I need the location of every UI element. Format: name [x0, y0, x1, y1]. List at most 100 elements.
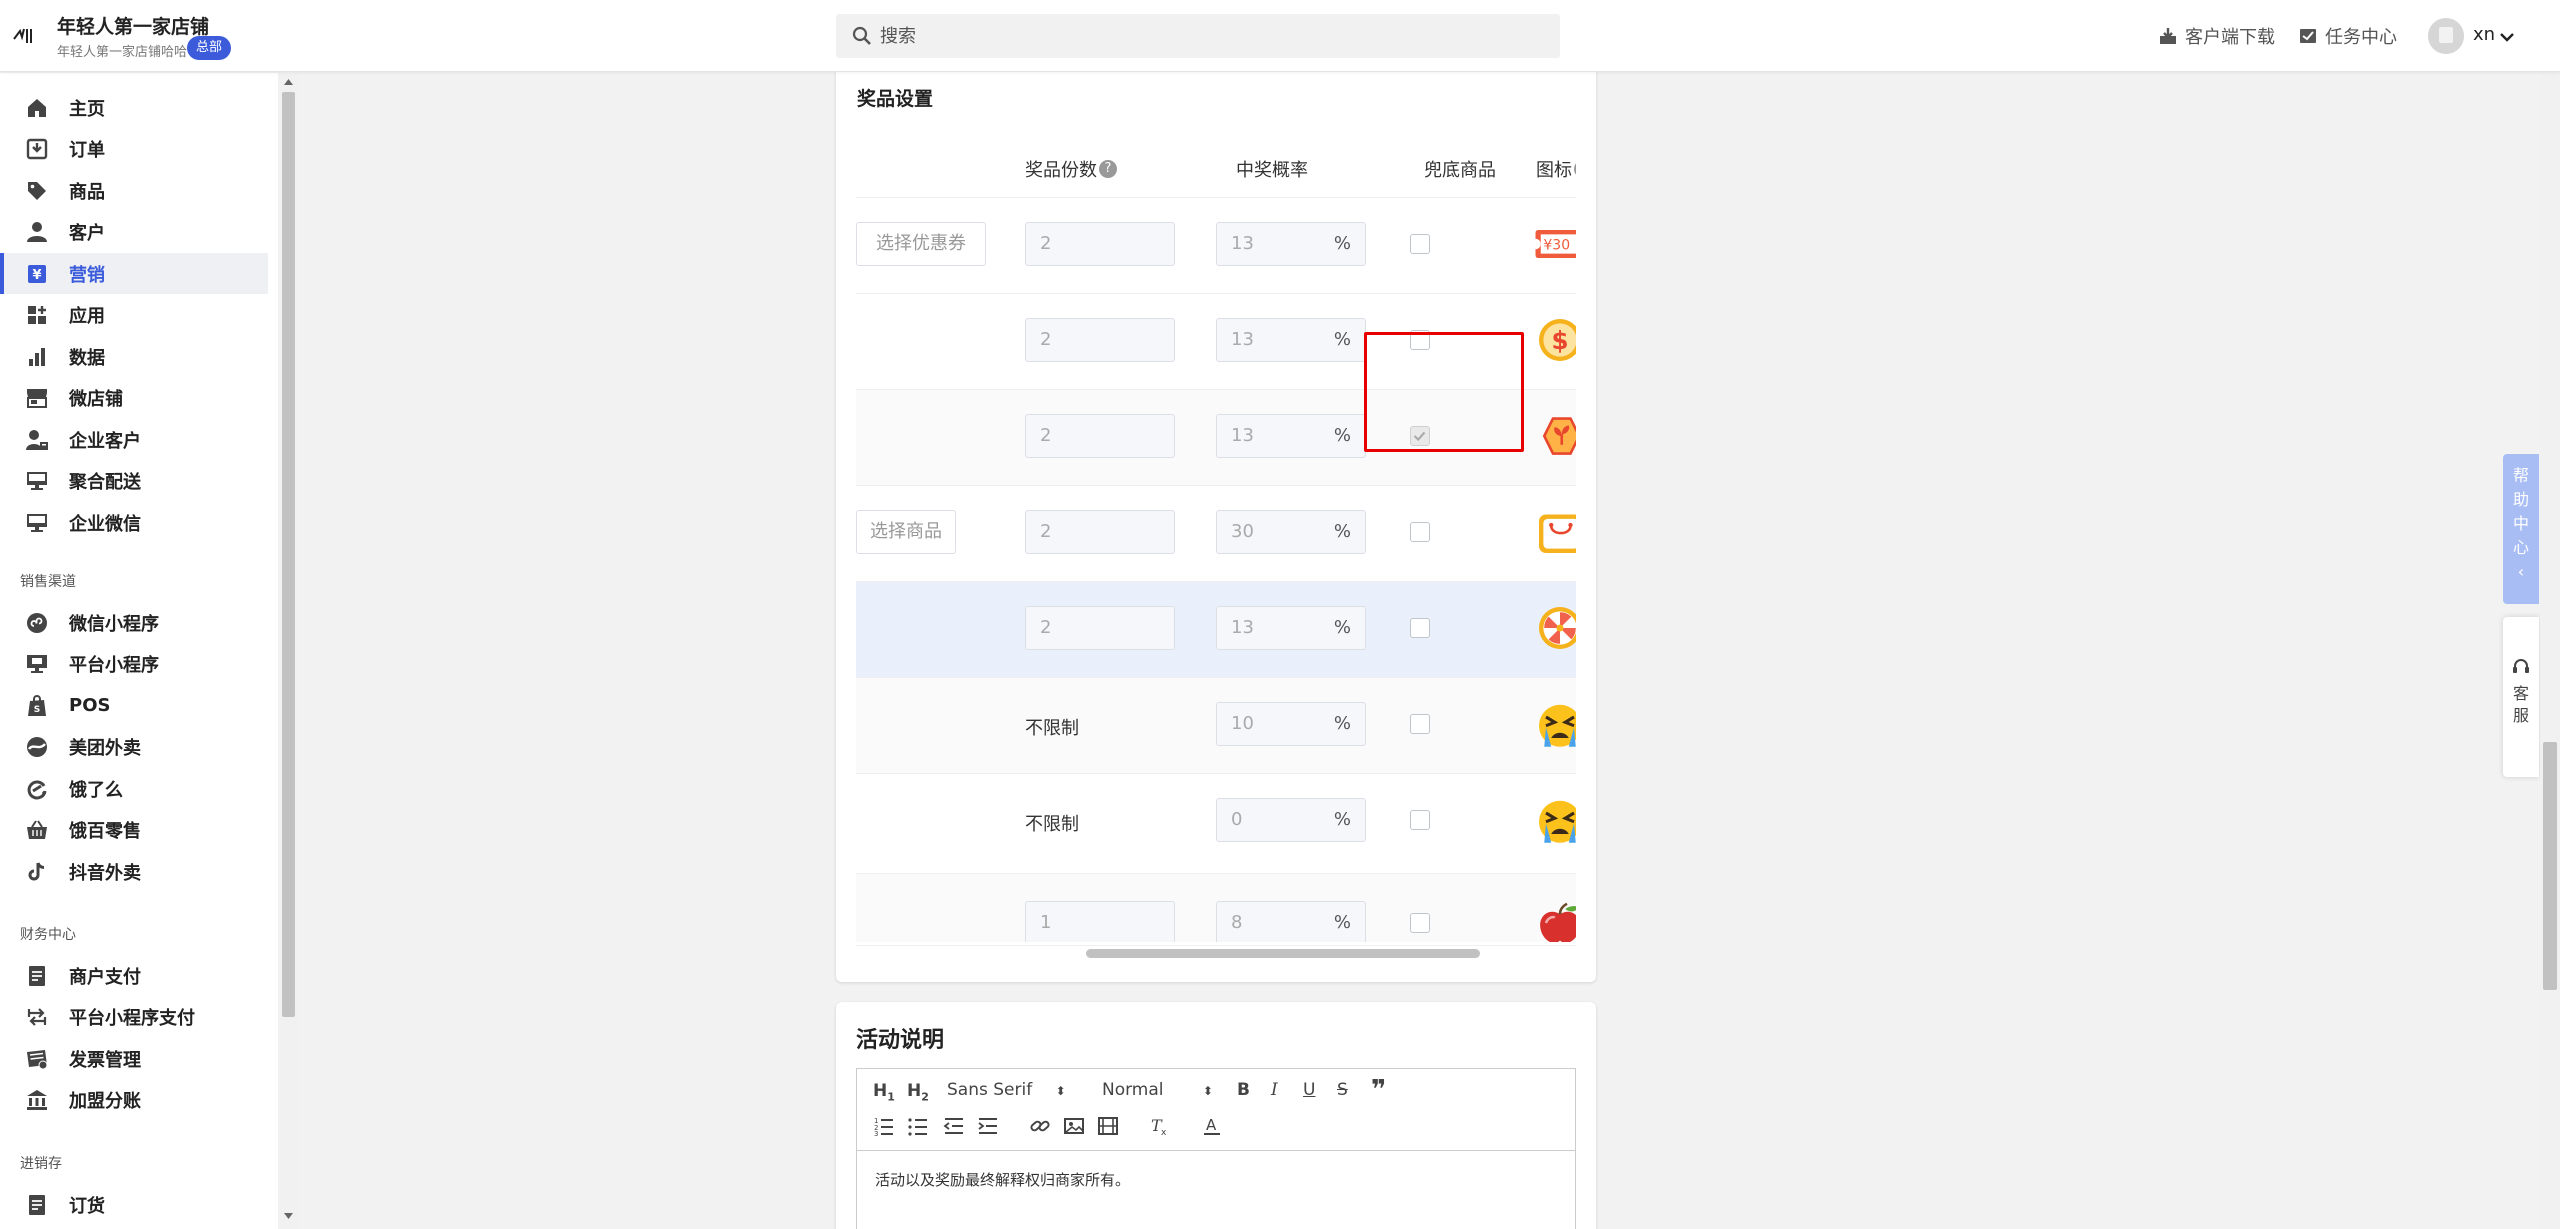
heading1-button[interactable]: H1: [873, 1081, 895, 1103]
win-rate-input[interactable]: 13%: [1216, 222, 1366, 266]
sidebar-item[interactable]: 发票管理: [0, 1038, 268, 1079]
sidebar-item[interactable]: 平台小程序: [0, 644, 268, 685]
image-icon[interactable]: [1063, 1115, 1085, 1137]
fallback-checkbox[interactable]: [1410, 618, 1430, 638]
indent-icon[interactable]: [977, 1115, 999, 1137]
scroll-up-arrow-icon[interactable]: [283, 77, 294, 86]
crying-face-icon[interactable]: [1532, 794, 1576, 846]
apple-icon[interactable]: [1532, 897, 1576, 942]
quantity-input[interactable]: 2: [1025, 318, 1175, 362]
store-logo-icon[interactable]: [12, 25, 34, 47]
quantity-input[interactable]: 2: [1025, 606, 1175, 650]
quantity-input[interactable]: 2: [1025, 414, 1175, 458]
bullet-list-icon[interactable]: [907, 1115, 929, 1137]
editor-toolbar: H1 H2 Sans Serif ⬍ Normal ⬍ B I U S ❞ 12…: [857, 1069, 1575, 1151]
crying-face-icon[interactable]: [1532, 698, 1576, 750]
win-rate-input[interactable]: 8%: [1216, 901, 1366, 942]
fallback-checkbox[interactable]: [1410, 810, 1430, 830]
win-rate-input[interactable]: 13%: [1216, 606, 1366, 650]
sidebar-item[interactable]: 企业客户: [0, 419, 268, 460]
editor-content[interactable]: 活动以及奖励最终解释权归商家所有。: [875, 1169, 1130, 1190]
ordered-list-icon[interactable]: 123: [873, 1115, 895, 1137]
search-bar[interactable]: [836, 14, 1560, 58]
platform-icon: [27, 655, 47, 673]
italic-button[interactable]: I: [1271, 1080, 1278, 1100]
sidebar-item[interactable]: 抖音外卖: [0, 851, 268, 892]
fallback-checkbox[interactable]: [1410, 522, 1430, 542]
help-center-tab[interactable]: 帮助中心 ‹: [2503, 454, 2539, 604]
sidebar-item[interactable]: 主页: [0, 87, 268, 128]
underline-button[interactable]: U: [1303, 1080, 1315, 1100]
outdent-icon[interactable]: [943, 1115, 965, 1137]
search-input[interactable]: [880, 14, 1540, 58]
quantity-input[interactable]: 2: [1025, 510, 1175, 554]
chevron-down-icon[interactable]: [2498, 28, 2516, 46]
win-rate-value: 13: [1231, 233, 1254, 254]
clear-format-icon[interactable]: Tx: [1149, 1115, 1171, 1137]
sidebar-item[interactable]: 订单: [0, 129, 268, 170]
question-icon[interactable]: ?: [1574, 160, 1576, 178]
blockquote-button[interactable]: ❞: [1371, 1075, 1386, 1105]
win-rate-input[interactable]: 13%: [1216, 318, 1366, 362]
customer-service-tab[interactable]: 客服: [2503, 617, 2539, 777]
dollar-coin-icon[interactable]: $: [1532, 314, 1576, 366]
client-download-link[interactable]: 客户端下载: [2158, 22, 2275, 50]
help-center-char: 帮: [2512, 466, 2529, 485]
fallback-checkbox[interactable]: [1410, 234, 1430, 254]
task-center-link[interactable]: 任务中心: [2298, 22, 2397, 50]
page-scrollbar-thumb[interactable]: [2543, 742, 2557, 990]
sidebar-scrollbar-thumb[interactable]: [282, 92, 295, 1017]
sidebar-item-label: 平台小程序: [69, 655, 159, 676]
quantity-input[interactable]: 2: [1025, 222, 1175, 266]
username[interactable]: xn: [2473, 24, 2495, 45]
sidebar-item[interactable]: 饿百零售: [0, 810, 268, 851]
sidebar-item[interactable]: 企业微信: [0, 502, 268, 543]
sidebar-item[interactable]: 微店铺: [0, 378, 268, 419]
font-size-select[interactable]: Normal ⬍: [1102, 1080, 1213, 1100]
video-icon[interactable]: [1097, 1115, 1119, 1137]
page-scrollbar[interactable]: [2540, 72, 2560, 1229]
font-color-icon[interactable]: A: [1201, 1115, 1223, 1137]
sidebar-item[interactable]: 客户: [0, 212, 268, 253]
sidebar-item[interactable]: S POS: [0, 685, 268, 726]
sidebar-item[interactable]: 加盟分账: [0, 1080, 268, 1121]
sidebar-item[interactable]: 应用: [0, 295, 268, 336]
strikethrough-button[interactable]: S: [1337, 1080, 1348, 1100]
select-product-button[interactable]: 选择商品: [856, 510, 956, 554]
win-rate-input[interactable]: 13%: [1216, 414, 1366, 458]
sidebar-item[interactable]: 商户支付: [0, 955, 268, 996]
chevron-left-icon[interactable]: ‹: [2503, 560, 2539, 584]
column-quantity-label: 奖品份数: [1025, 160, 1097, 181]
sidebar-item[interactable]: ¥ 营销: [0, 253, 268, 294]
sidebar-item[interactable]: 聚合配送: [0, 461, 268, 502]
bold-button[interactable]: B: [1237, 1080, 1250, 1100]
scroll-down-arrow-icon[interactable]: [283, 1212, 294, 1221]
font-family-select[interactable]: Sans Serif ⬍: [947, 1080, 1066, 1100]
shopping-bag-icon[interactable]: [1532, 506, 1576, 558]
win-rate-input[interactable]: 10%: [1216, 702, 1366, 746]
fallback-checkbox[interactable]: [1410, 714, 1430, 734]
basket-icon: [27, 820, 47, 839]
sidebar-item[interactable]: 数据: [0, 336, 268, 377]
wheel-icon[interactable]: [1532, 602, 1576, 654]
rich-text-editor[interactable]: H1 H2 Sans Serif ⬍ Normal ⬍ B I U S ❞ 12…: [856, 1068, 1576, 1229]
sidebar-item[interactable]: 美团外卖: [0, 727, 268, 768]
sidebar-item[interactable]: 商品: [0, 170, 268, 211]
win-rate-input[interactable]: 0%: [1216, 798, 1366, 842]
store-name[interactable]: 年轻人第一家店铺: [57, 12, 209, 39]
coupon-icon[interactable]: ¥30: [1532, 218, 1576, 270]
heading2-button[interactable]: H2: [907, 1081, 929, 1103]
quantity-input[interactable]: 1: [1025, 901, 1175, 942]
sidebar-item[interactable]: 平台小程序支付: [0, 997, 268, 1038]
fallback-checkbox[interactable]: [1410, 913, 1430, 933]
win-rate-input[interactable]: 30%: [1216, 510, 1366, 554]
sidebar-item[interactable]: 订货: [0, 1184, 268, 1225]
sprout-icon[interactable]: [1532, 410, 1576, 462]
sidebar-item[interactable]: 微信小程序: [0, 602, 268, 643]
select-coupon-button[interactable]: 选择优惠券: [856, 222, 986, 266]
table-horizontal-scrollbar[interactable]: [1086, 949, 1480, 958]
question-icon[interactable]: ?: [1099, 160, 1117, 178]
avatar[interactable]: [2428, 18, 2464, 54]
sidebar-item[interactable]: 饿了么: [0, 768, 268, 809]
link-icon[interactable]: [1029, 1115, 1051, 1137]
